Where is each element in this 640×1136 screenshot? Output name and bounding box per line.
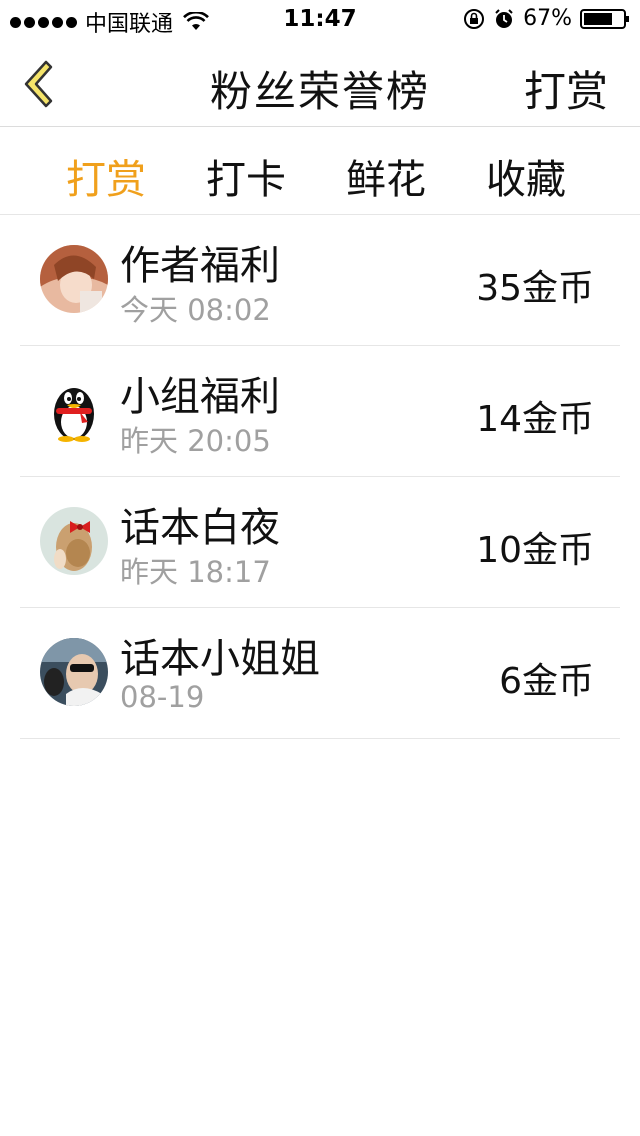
reward-time: 今天 08:02: [120, 293, 271, 327]
reward-button[interactable]: 打赏: [524, 58, 608, 119]
coin-amount: 35金币: [476, 268, 594, 309]
coin-amount: 10金币: [476, 530, 594, 571]
tab-flowers[interactable]: 鲜花: [346, 147, 426, 205]
user-name: 话本小姐姐: [120, 636, 320, 682]
tab-favorites[interactable]: 收藏: [486, 147, 566, 205]
girl-bow-avatar-icon: [40, 507, 108, 575]
coin-amount: 6金币: [499, 661, 594, 702]
list-item[interactable]: 小组福利 昨天 20:05 14金币: [20, 346, 620, 477]
penguin-avatar-icon: [40, 376, 108, 444]
rotation-lock-icon: [464, 8, 485, 29]
list-item[interactable]: 作者福利 今天 08:02 35金币: [20, 215, 620, 346]
user-name: 话本白夜: [120, 505, 280, 551]
user-name: 小组福利: [120, 374, 280, 420]
avatar[interactable]: [40, 507, 108, 575]
battery-percent: 67%: [523, 6, 572, 31]
fan-list: 作者福利 今天 08:02 35金币 小组福利 昨天 20:05 14金币 话本…: [20, 215, 620, 739]
coin-amount: 14金币: [476, 399, 594, 440]
battery-icon: [580, 8, 629, 29]
reward-time: 昨天 18:17: [120, 555, 271, 589]
reward-time: 昨天 20:05: [120, 424, 271, 458]
avatar[interactable]: [40, 376, 108, 444]
avatar[interactable]: [40, 638, 108, 706]
sunglasses-avatar-icon: [40, 638, 108, 706]
status-bar: 中国联通 11:47 67%: [0, 0, 640, 40]
avatar[interactable]: [40, 245, 108, 313]
reward-time: 08-19: [120, 680, 205, 714]
tab-bar: 打赏 打卡 鲜花 收藏: [0, 127, 640, 215]
alarm-icon: [495, 8, 513, 28]
tab-checkin[interactable]: 打卡: [206, 147, 286, 205]
status-bar-right: 67%: [463, 6, 630, 31]
list-item[interactable]: 话本小姐姐 08-19 6金币: [20, 608, 620, 739]
nav-bar: 粉丝荣誉榜 打赏: [0, 40, 640, 127]
anime-girl-avatar-icon: [40, 245, 108, 313]
list-item[interactable]: 话本白夜 昨天 18:17 10金币: [20, 477, 620, 608]
tab-reward[interactable]: 打赏: [66, 147, 146, 205]
user-name: 作者福利: [120, 243, 280, 289]
